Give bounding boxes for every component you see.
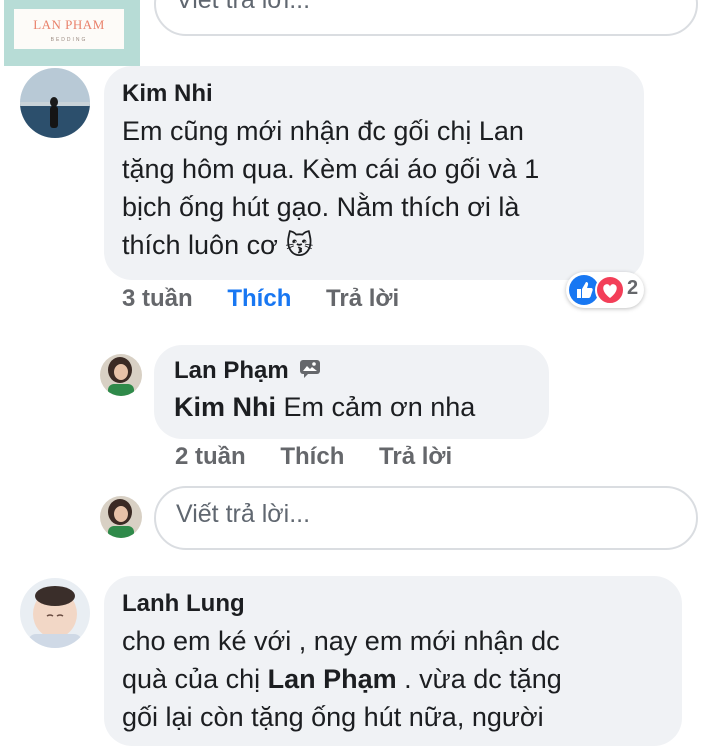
comment-bubble-lan-pham: Lan Phạm Kim Nhi Em cảm ơn nha [154,345,549,439]
speech-photo-icon [299,358,321,386]
comment-fragment: . vừa dc tặng [396,664,562,694]
avatar-kim-nhi[interactable] [20,68,90,138]
brand-logo: LAN PHAM BEDDING [4,0,140,66]
top-reply-input[interactable]: Viết trả lời... [154,0,698,36]
author-name[interactable]: Lan Phạm [174,357,289,384]
comment-line: gối lại còn tặng ống hút nữa, người [122,702,544,732]
reply-link[interactable]: Trả lời [379,443,452,470]
comment-text: cho em ké với , nay em mới nhận dc quà c… [122,622,682,736]
like-link[interactable]: Thích [280,443,344,470]
comment-fragment: quà của chị [122,664,268,694]
top-reply-placeholder: Viết trả lời... [176,0,311,14]
comment-line: cho em ké với , nay em mới nhận dc [122,626,560,656]
reply-placeholder: Viết trả lời... [176,500,311,528]
brand-name: LAN PHAM [33,17,105,32]
comment-line: Em cũng mới nhận đc gối chị Lan [122,116,524,146]
comment-line: quà của chị Lan Phạm . vừa dc tặng [122,660,682,698]
comment-meta: 2 tuần Thích Trả lời [175,443,452,471]
comment-bubble-kim-nhi: Kim Nhi Em cũng mới nhận đc gối chị Lan … [104,66,644,280]
brand-sub: BEDDING [50,37,88,43]
like-link[interactable]: Thích [227,285,291,312]
comment-time[interactable]: 2 tuần [175,443,246,470]
comment-author[interactable]: Lanh Lung [122,590,682,618]
mention-link[interactable]: Lan Phạm [268,664,397,694]
avatar-lan-pham[interactable] [100,354,142,396]
comment-author: Lan Phạm [174,357,549,386]
comment-meta: 3 tuần Thích Trả lời [122,285,399,313]
comment-text: Em cũng mới nhận đc gối chị Lan tặng hôm… [122,112,644,264]
comment-line: tặng hôm qua. Kèm cái áo gối và 1 [122,154,540,184]
heart-icon [595,275,625,305]
mention-link[interactable]: Kim Nhi [174,392,276,422]
comment-text: Kim Nhi Em cảm ơn nha [174,388,549,426]
reply-link[interactable]: Trả lời [326,285,399,312]
avatar-current-user [100,496,142,538]
comment-body: Em cảm ơn nha [283,391,476,422]
reaction-count: 2 [627,277,639,299]
reply-input[interactable]: Viết trả lời... [154,486,698,550]
comment-bubble-lanh-lung: Lanh Lung cho em ké với , nay em mới nhậ… [104,576,682,746]
comment-time[interactable]: 3 tuần [122,285,193,312]
comment-author[interactable]: Kim Nhi [122,80,644,108]
comment-line: thích luôn cơ 😽 [122,230,314,260]
avatar-lanh-lung[interactable] [20,578,90,648]
comment-line: bịch ống hút gạo. Nằm thích ơi là [122,192,520,222]
reaction-summary[interactable]: 2 [566,272,644,308]
